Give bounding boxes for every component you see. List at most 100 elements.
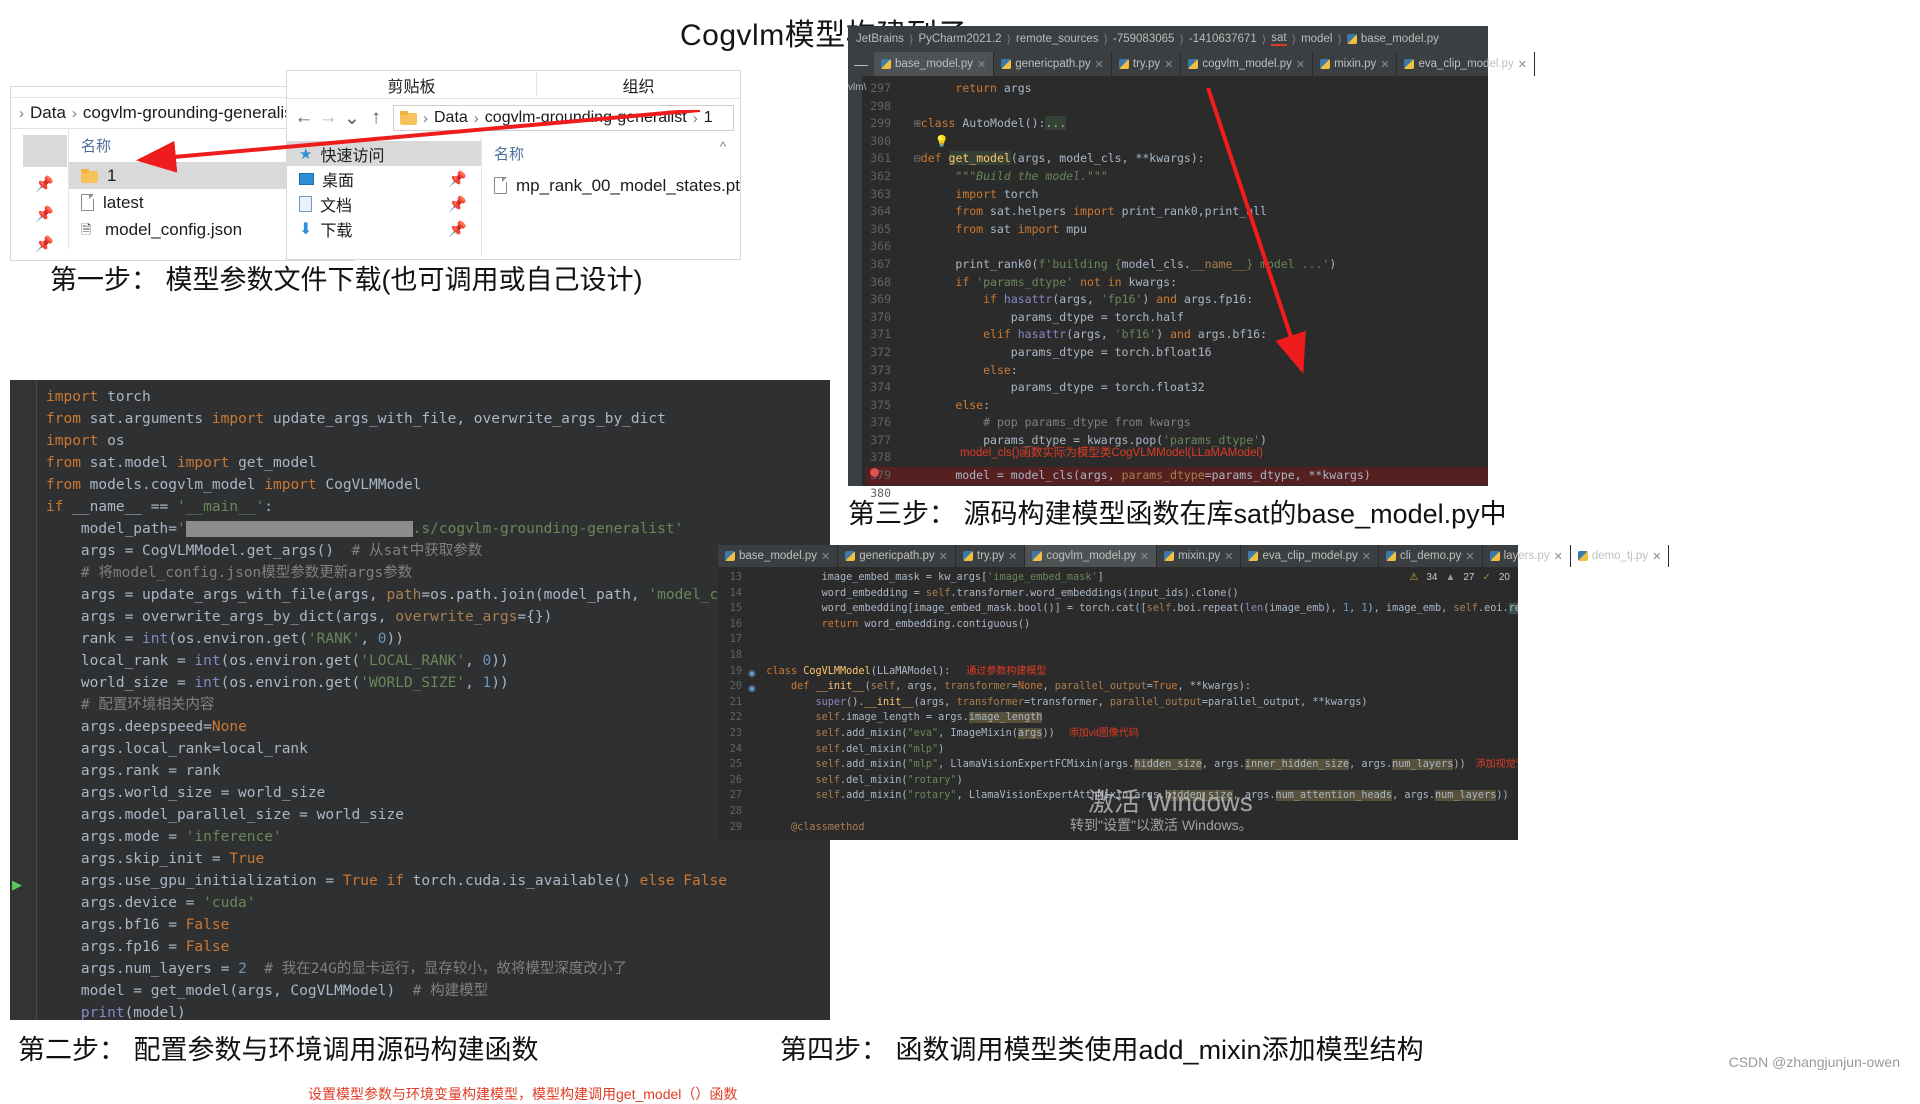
crumb-model[interactable]: model: [1301, 33, 1332, 45]
code-line: 371 elif hasattr(args, 'bf16') and args.…: [866, 326, 1488, 344]
tab-eva-clip-model[interactable]: eva_clip_model.py ✕: [1397, 52, 1535, 76]
code-line: 25 self.add_mixin("mlp", LlamaVisionExpe…: [722, 757, 1518, 773]
line-number: 369: [870, 292, 891, 307]
breadcrumb-item-data[interactable]: Data: [434, 109, 468, 127]
pycharm-window-step3[interactable]: JetBrains ⟩ PyCharm2021.2 ⟩ remote_sources…: [848, 26, 1535, 500]
tab-mixin[interactable]: mixin.py ✕: [1157, 545, 1242, 567]
pycharm-window-step4[interactable]: base_model.py ✕ genericpath.py ✕ try.py ✕ c…: [718, 545, 1670, 840]
code-line: model = get_model(args, CogVLMModel) # 构…: [46, 983, 489, 999]
code-line: 14 word_embedding = self.transformer.wor…: [722, 586, 1518, 602]
close-icon[interactable]: ✕: [1164, 58, 1173, 71]
code-line: 370 params_dtype = torch.half: [866, 309, 1488, 327]
close-icon[interactable]: ✕: [1224, 550, 1233, 563]
code-line: 20 def __init__(self, args, transformer=…: [722, 679, 1518, 695]
tab-label: cogvlm_model.py: [1046, 550, 1136, 562]
tab-cogvlm-model[interactable]: cogvlm_model.py ✕: [1181, 52, 1314, 76]
code-line: 19 class CogVLMModel(LLaMAModel): 通过参数构建模…: [722, 664, 1518, 680]
close-icon[interactable]: ✕: [939, 550, 948, 563]
downloads-icon: ⬇: [299, 220, 313, 238]
up-button[interactable]: ↑: [365, 107, 387, 129]
tab-try[interactable]: try.py ✕: [956, 545, 1026, 567]
navigation-pane[interactable]: ★ 快速访问 桌面 📌 文档 📌 ⬇ 下载 📌: [287, 137, 482, 257]
pycharm-breadcrumb[interactable]: JetBrains ⟩ PyCharm2021.2 ⟩ remote_sources…: [848, 26, 1488, 52]
crumb-jetbrains[interactable]: JetBrains: [856, 33, 904, 45]
pin-icon[interactable]: 📌: [448, 170, 467, 188]
code-line: local_rank = int(os.environ.get('LOCAL_R…: [46, 653, 509, 669]
close-icon[interactable]: ✕: [1518, 58, 1527, 71]
tab-demo-tj[interactable]: demo_tj.py ✕: [1571, 545, 1670, 567]
close-icon[interactable]: ✕: [1652, 550, 1661, 563]
close-icon[interactable]: ✕: [1380, 58, 1389, 71]
back-button[interactable]: ←: [293, 107, 315, 129]
tab-try[interactable]: try.py ✕: [1112, 52, 1182, 76]
close-icon[interactable]: ✕: [1140, 550, 1149, 563]
close-icon[interactable]: ✕: [821, 550, 830, 563]
tab-layers[interactable]: layers.py ✕: [1483, 545, 1571, 567]
tab-mixin[interactable]: mixin.py ✕: [1313, 52, 1398, 76]
lightbulb-icon[interactable]: 💡: [935, 134, 949, 148]
chevron-up-icon[interactable]: ^: [720, 139, 726, 154]
inspection-widget[interactable]: ⚠ 34 ▲ 27 ✓ 20: [1409, 572, 1510, 583]
nav-item-desktop[interactable]: 桌面 📌: [287, 166, 481, 191]
tab-base-model[interactable]: base_model.py ✕: [874, 52, 995, 76]
code-line: args.num_layers = 2 # 我在24G的显卡运行，显存较小，故将…: [46, 961, 627, 977]
nav-item-documents[interactable]: 文档 📌: [287, 191, 481, 216]
gutter-icon[interactable]: ◉: [748, 683, 756, 694]
tab-genericpath[interactable]: genericpath.py ✕: [838, 545, 956, 567]
column-header-name[interactable]: 名称: [482, 143, 740, 164]
ok-count: 20: [1498, 572, 1510, 583]
python-file-icon: [1577, 551, 1588, 561]
tab-base-model[interactable]: base_model.py ✕: [718, 545, 839, 567]
crumb-hash1[interactable]: -759083065: [1113, 33, 1174, 45]
editor-tab-bar-step4[interactable]: base_model.py ✕ genericpath.py ✕ try.py ✕ c…: [718, 545, 1670, 567]
close-icon[interactable]: ✕: [1362, 550, 1371, 563]
code-editor-step2[interactable]: import torch from sat.arguments import u…: [10, 380, 832, 1102]
pin-icon[interactable]: 📌: [448, 195, 467, 213]
tab-genericpath[interactable]: genericpath.py ✕: [994, 52, 1112, 76]
nav-item-quick-access[interactable]: ★ 快速访问: [287, 141, 481, 166]
tab-cli-demo[interactable]: cli_demo.py ✕: [1379, 545, 1483, 567]
breadcrumb-item-folder[interactable]: cogvlm-grounding-generalist: [485, 109, 687, 127]
close-icon[interactable]: ✕: [1296, 58, 1305, 71]
forward-button[interactable]: →: [317, 107, 339, 129]
collapse-icon[interactable]: —: [848, 52, 874, 76]
list-item[interactable]: mp_rank_00_model_states.pt: [482, 172, 740, 199]
code-line: 363 import torch: [866, 186, 1488, 204]
close-icon[interactable]: ✕: [1008, 550, 1017, 563]
gutter-icon[interactable]: ◉: [748, 668, 756, 679]
code-line: 297 return args: [866, 80, 1488, 98]
code-line: args.mode = 'inference': [46, 829, 282, 845]
breadcrumb-item-one[interactable]: 1: [704, 109, 713, 127]
breadcrumb-item-data[interactable]: Data: [30, 103, 66, 123]
line-number: 368: [870, 274, 891, 289]
python-file-icon: [1248, 551, 1259, 561]
file-list-pane[interactable]: 名称 ^ mp_rank_00_model_states.pt: [482, 137, 740, 257]
crumb-sat[interactable]: sat: [1271, 32, 1287, 46]
editor-tab-bar[interactable]: — base_model.py ✕ genericpath.py ✕ try.py ✕…: [848, 52, 1535, 76]
crumb-hash2[interactable]: -1410637671: [1189, 33, 1257, 45]
crumb-base-model[interactable]: base_model.py: [1361, 33, 1439, 45]
breakpoint-icon[interactable]: [870, 468, 879, 477]
tab-cogvlm-model[interactable]: cogvlm_model.py ✕: [1025, 545, 1158, 567]
crumb-remote-sources[interactable]: remote_sources: [1016, 33, 1098, 45]
line-number: 15: [729, 603, 742, 615]
editor-content-step3[interactable]: vlm\ 297 return args 298 299 ⊞class Auto…: [848, 76, 1488, 500]
breadcrumb-item-folder[interactable]: cogvlm-grounding-generalist: [83, 103, 298, 123]
code-lines[interactable]: import torch from sat.arguments import u…: [10, 386, 832, 1024]
code-line: 375 else:: [866, 397, 1488, 415]
address-bar[interactable]: › Data › cogvlm-grounding-generalist › 1: [393, 105, 734, 131]
close-icon[interactable]: ✕: [1095, 58, 1104, 71]
explorer-window-front[interactable]: 剪贴板 组织 ← → ⌄ ↑ › Data › cogvlm-grounding…: [286, 70, 741, 260]
nav-item-downloads[interactable]: ⬇ 下载 📌: [287, 216, 481, 241]
crumb-pycharm[interactable]: PyCharm2021.2: [918, 33, 1001, 45]
pin-icon[interactable]: 📌: [448, 220, 467, 238]
recent-locations-button[interactable]: ⌄: [341, 107, 363, 130]
close-icon[interactable]: ✕: [977, 58, 986, 71]
nav-item-label: 快速访问: [320, 147, 385, 165]
close-icon[interactable]: ✕: [1465, 550, 1474, 563]
run-gutter-icon[interactable]: ▶: [12, 877, 22, 893]
close-icon[interactable]: ✕: [1554, 550, 1563, 563]
breadcrumb-chevron-icon: ›: [692, 109, 698, 127]
editor-content-step4[interactable]: ⚠ 34 ▲ 27 ✓ 20 13 image_embed_mask = kw_…: [718, 567, 1518, 840]
tab-eva-clip-model[interactable]: eva_clip_model.py ✕: [1241, 545, 1379, 567]
